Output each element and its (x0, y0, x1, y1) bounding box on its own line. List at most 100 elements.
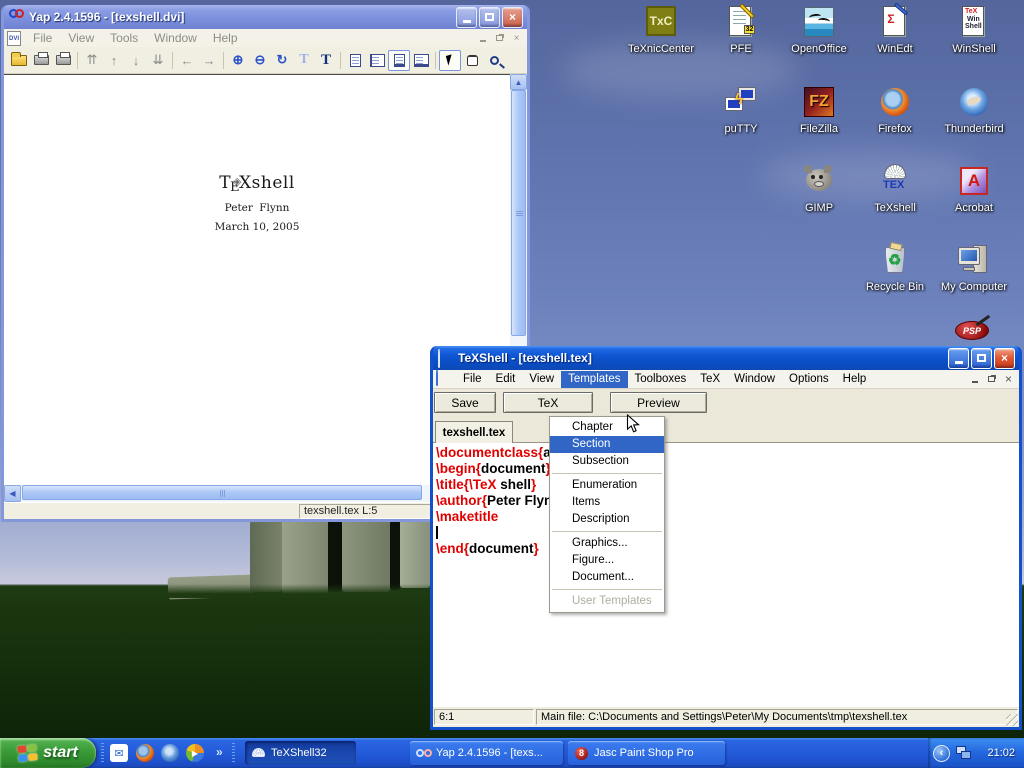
magnifier-tool-icon[interactable] (483, 50, 505, 71)
save-button[interactable]: Save (434, 392, 496, 413)
menu-item-edit[interactable]: Edit (489, 371, 523, 388)
print-setup-icon[interactable] (52, 50, 74, 71)
desktop-icon-label: Acrobat (953, 202, 995, 214)
forward-icon[interactable]: → (198, 50, 220, 71)
overflow-chevron-icon[interactable]: » (216, 745, 223, 759)
clock[interactable]: 21:02 (987, 747, 1024, 759)
desktop-icon-thunderbird[interactable]: Thunderbird (929, 85, 1019, 137)
zoom-out-icon[interactable]: ⊖ (249, 50, 271, 71)
scroll-thumb[interactable] (511, 90, 526, 336)
refresh-icon[interactable]: ↻ (271, 50, 293, 71)
minimize-button[interactable] (948, 348, 969, 369)
mdi-close-icon[interactable]: × (509, 32, 524, 45)
tab-texshell-tex[interactable]: texshell.tex (435, 421, 513, 443)
desktop-icon-texshell[interactable]: TEXTeXshell (850, 164, 940, 216)
desktop-icon-label: FileZilla (798, 123, 840, 135)
view-continuous-icon[interactable] (388, 50, 410, 71)
taskbar-button-texshell32[interactable]: TeXShell32 (245, 741, 356, 765)
menu-item-view[interactable]: View (522, 371, 561, 388)
templates-menu-item-document-[interactable]: Document... (550, 569, 664, 586)
network-icon[interactable] (956, 746, 972, 760)
next-page-icon[interactable]: ↓ (125, 50, 147, 71)
view-facing-icon[interactable] (366, 50, 388, 71)
menu-item-templates[interactable]: Templates (561, 371, 627, 388)
templates-menu-item-description[interactable]: Description (550, 511, 664, 528)
print-icon[interactable] (30, 50, 52, 71)
menu-item-view[interactable]: View (60, 30, 102, 46)
yap-titlebar[interactable]: Yap 2.4.1596 - [texshell.dvi] × (4, 5, 527, 29)
main-file-path: Main file: C:\Documents and Settings\Pet… (536, 709, 1018, 725)
mdi-close-icon[interactable]: × (1001, 373, 1016, 386)
view-single-icon[interactable] (344, 50, 366, 71)
grass (0, 584, 430, 598)
taskbar-button-yap-2-4-1596-texs[interactable]: Yap 2.4.1596 - [texs... (410, 741, 563, 765)
menu-item-window[interactable]: Window (146, 30, 205, 46)
menu-item-options[interactable]: Options (782, 371, 836, 388)
back-icon[interactable]: ← (176, 50, 198, 71)
quick-launch-firefox-icon[interactable] (136, 744, 154, 762)
ruler-tool-icon[interactable]: T (293, 50, 315, 71)
resize-grip[interactable] (1006, 714, 1018, 726)
start-button[interactable]: start (0, 738, 96, 768)
desktop-icon-winedt[interactable]: ΣWinEdt (850, 5, 940, 57)
desktop-icon-acrobat[interactable]: AAcrobat (929, 164, 1019, 216)
preview-button[interactable]: Preview (610, 392, 707, 413)
texshell-titlebar[interactable]: TeXShell - [texshell.tex] × (433, 346, 1019, 370)
zoom-in-icon[interactable]: ⊕ (227, 50, 249, 71)
scroll-left-icon[interactable]: ◀ (4, 485, 21, 502)
tray-collapse-icon[interactable]: ‹ (933, 745, 950, 762)
latex-editor[interactable]: \documentclass{article}\begin{document}\… (433, 443, 1019, 707)
menu-item-file[interactable]: File (456, 371, 489, 388)
minimize-button[interactable] (456, 7, 477, 28)
scroll-thumb[interactable] (22, 485, 422, 500)
quick-launch-media-player-icon[interactable]: ▶ (186, 744, 204, 762)
menu-item-tools[interactable]: Tools (102, 30, 146, 46)
desktop-icon-firefox[interactable]: Firefox (850, 85, 940, 137)
menu-item-help[interactable]: Help (205, 30, 246, 46)
menu-item-help[interactable]: Help (836, 371, 874, 388)
select-tool-icon[interactable] (439, 50, 461, 71)
templates-menu-item-graphics-[interactable]: Graphics... (550, 535, 664, 552)
quick-launch-thunderbird-icon[interactable] (161, 744, 179, 762)
prev-page-icon[interactable]: ↑ (103, 50, 125, 71)
desktop-icon-texniccenter[interactable]: TxCTeXnicCenter (616, 5, 706, 57)
text-tool-icon[interactable]: T (315, 50, 337, 71)
menu-item-window[interactable]: Window (727, 371, 782, 388)
templates-menu-item-subsection[interactable]: Subsection (550, 453, 664, 470)
templates-menu-item-items[interactable]: Items (550, 494, 664, 511)
open-icon[interactable] (8, 50, 30, 71)
close-button[interactable]: × (994, 348, 1015, 369)
desktop-icon-winshell[interactable]: TeXWinShellWinShell (929, 5, 1019, 57)
templates-menu-item-section[interactable]: Section (550, 436, 664, 453)
templates-menu-item-enumeration[interactable]: Enumeration (550, 477, 664, 494)
hand-tool-icon[interactable] (461, 50, 483, 71)
quick-launch-outlook-express-icon[interactable]: ✉ (110, 744, 128, 762)
desktop-icon-paint-shop-pro[interactable]: PSP (955, 321, 991, 347)
taskbar-button-jasc-paint-shop-pro[interactable]: 8Jasc Paint Shop Pro (568, 741, 725, 765)
desktop-icon-recycle-bin[interactable]: ♻Recycle Bin (850, 243, 940, 295)
mdi-minimize-icon[interactable] (967, 373, 982, 386)
toolbar-separator (435, 52, 436, 69)
mdi-minimize-icon[interactable] (475, 32, 490, 45)
desktop-icon-pfe[interactable]: 32PFE (696, 5, 786, 57)
toolbar-separator (172, 52, 173, 69)
tex-button[interactable]: TeX (503, 392, 593, 413)
desktop-icon-putty[interactable]: ϟpuTTY (696, 85, 786, 137)
windows-flag-icon (17, 744, 39, 763)
mdi-restore-icon[interactable] (984, 373, 999, 386)
menu-item-file[interactable]: File (25, 30, 60, 46)
maximize-button[interactable] (479, 7, 500, 28)
templates-menu-item-chapter[interactable]: Chapter (550, 419, 664, 436)
system-tray: ‹ 21:02 (928, 738, 1024, 768)
templates-menu-item-figure-[interactable]: Figure... (550, 552, 664, 569)
menu-item-toolboxes[interactable]: Toolboxes (628, 371, 694, 388)
last-page-icon[interactable]: ⇊ (147, 50, 169, 71)
desktop-icon-my-computer[interactable]: My Computer (929, 243, 1019, 295)
maximize-button[interactable] (971, 348, 992, 369)
menu-item-tex[interactable]: TeX (693, 371, 727, 388)
mdi-restore-icon[interactable] (492, 32, 507, 45)
view-continuous-facing-icon[interactable] (410, 50, 432, 71)
scroll-up-icon[interactable]: ▲ (510, 74, 527, 90)
close-button[interactable]: × (502, 7, 523, 28)
first-page-icon[interactable]: ⇈ (81, 50, 103, 71)
